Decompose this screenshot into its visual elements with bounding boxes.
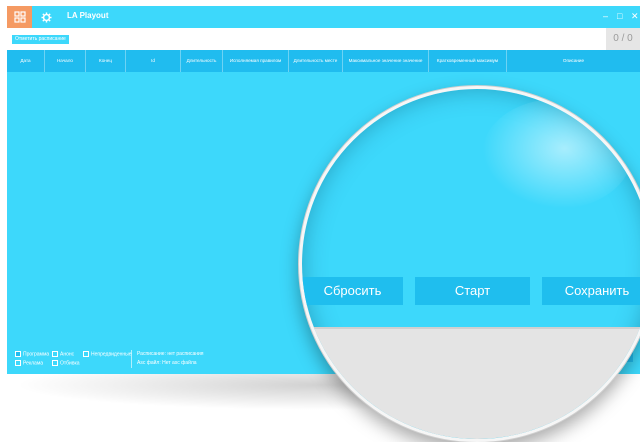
footer-divider bbox=[131, 350, 132, 368]
mark-schedule-button[interactable]: Отметить расписание bbox=[12, 35, 69, 44]
column-description[interactable]: Описание bbox=[507, 50, 640, 72]
close-button[interactable]: ✕ bbox=[631, 11, 639, 21]
legend-ads: Реклама bbox=[15, 360, 43, 367]
home-icon bbox=[13, 11, 26, 23]
column-end[interactable]: Конец bbox=[86, 50, 126, 72]
schedule-status: Расписание: нет расписания bbox=[137, 351, 204, 357]
magnifier-lens: Сбросить Старт Сохранить bbox=[299, 86, 640, 442]
legend-program: Программа bbox=[15, 351, 49, 358]
legend-announce: Анонс bbox=[52, 351, 74, 358]
legend-unexpected: Непредвиденные bbox=[83, 351, 132, 358]
legend-bumper: Отбивка bbox=[52, 360, 80, 367]
legend-swatch bbox=[83, 351, 89, 357]
settings-button[interactable] bbox=[35, 6, 57, 28]
gear-icon bbox=[40, 11, 52, 23]
legend-swatch bbox=[15, 351, 21, 357]
maximize-button[interactable]: □ bbox=[617, 11, 622, 21]
reset-button[interactable]: Сбросить bbox=[302, 277, 403, 305]
column-max-value[interactable]: Максимальное значение значение bbox=[343, 50, 429, 72]
bottom-panel bbox=[302, 327, 640, 439]
minimize-button[interactable]: – bbox=[603, 11, 608, 21]
legend-swatch bbox=[15, 360, 21, 366]
asc-file-status: Asc файл: Нет asc файла bbox=[137, 360, 197, 366]
start-button[interactable]: Старт bbox=[415, 277, 530, 305]
column-short-max[interactable]: Кратковременный максимум bbox=[429, 50, 507, 72]
lens-glare bbox=[482, 99, 632, 209]
item-counter: 0 / 0 bbox=[606, 28, 640, 50]
save-button[interactable]: Сохранить bbox=[542, 277, 640, 305]
column-duration[interactable]: Длительность bbox=[181, 50, 223, 72]
column-date[interactable]: Дата bbox=[7, 50, 45, 72]
table-header: Дата Начало Конец Id Длительность Исполн… bbox=[7, 50, 640, 72]
title-bar: LA Playout – □ ✕ bbox=[7, 6, 640, 28]
column-id[interactable]: Id bbox=[126, 50, 181, 72]
column-start[interactable]: Начало bbox=[45, 50, 86, 72]
home-button[interactable] bbox=[7, 6, 32, 28]
toolbar: Отметить расписание 0 / 0 bbox=[7, 28, 640, 50]
legend-swatch bbox=[52, 360, 58, 366]
column-place-duration[interactable]: Длительность месте bbox=[289, 50, 343, 72]
column-rule[interactable]: Исполняемая правилом bbox=[223, 50, 289, 72]
app-title: LA Playout bbox=[67, 11, 109, 20]
legend-swatch bbox=[52, 351, 58, 357]
